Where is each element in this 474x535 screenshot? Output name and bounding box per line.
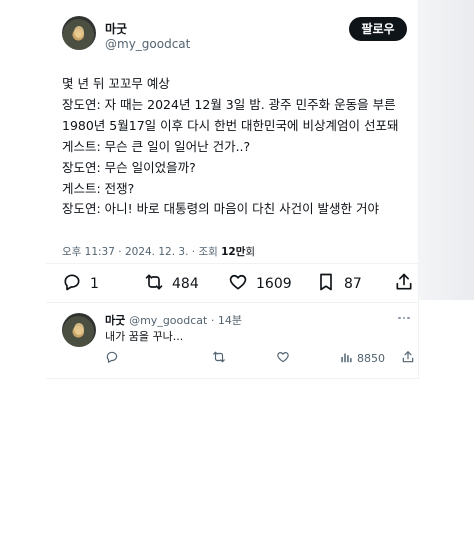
like-count: 1609 <box>256 276 292 292</box>
tweet-line: 몇 년 뒤 꼬꼬무 예상 <box>62 76 170 91</box>
background-shade <box>418 0 474 300</box>
heart-icon <box>276 350 290 367</box>
tweet-actions: 1 484 1609 87 <box>62 270 414 298</box>
divider <box>46 302 418 303</box>
reply-like-button[interactable] <box>276 349 290 367</box>
separator-dot: · <box>118 246 125 258</box>
separator-dot: · <box>207 314 218 327</box>
views-label: 조회 <box>198 246 218 258</box>
share-icon <box>394 272 414 296</box>
tweet-line: 1980년 5월17일 이후 다시 한번 대한민국에 비상계엄이 선포돼 <box>62 117 399 133</box>
divider <box>46 378 418 379</box>
reply-display-name[interactable]: 마굿 <box>105 314 125 327</box>
reply-age[interactable]: 14분 <box>218 314 242 327</box>
bookmark-button[interactable]: 87 <box>316 270 362 298</box>
tweet-line: 게스트: 전쟁? <box>62 180 135 196</box>
reply-avatar[interactable] <box>62 313 96 347</box>
retweet-icon <box>212 350 226 367</box>
share-button[interactable] <box>394 270 414 298</box>
reply-icon <box>105 350 119 367</box>
avatar[interactable] <box>62 16 96 50</box>
analytics-icon <box>339 350 353 367</box>
reply-reply-button[interactable] <box>105 349 119 367</box>
tweet-card: 마굿 @my_goodcat 팔로우 몇 년 뒤 꼬꼬무 예상 장도연: 자 때… <box>46 0 419 379</box>
retweet-icon <box>144 272 164 296</box>
tweet-meta: 오후 11:37 · 2024. 12. 3. · 조회 12만회 <box>62 244 255 259</box>
reply-icon <box>62 272 82 296</box>
tweet-line: 장도연: 무슨 일이었을까? <box>62 159 196 175</box>
retweet-button[interactable]: 484 <box>144 270 199 298</box>
views-unit: 회 <box>245 246 256 258</box>
follow-button[interactable]: 팔로우 <box>349 17 407 41</box>
tweet-time[interactable]: 오후 11:37 <box>62 246 115 258</box>
tweet-text: 몇 년 뒤 꼬꼬무 예상 장도연: 자 때는 2024년 12월 3일 밤. 광… <box>62 74 412 220</box>
author-handle[interactable]: @my_goodcat <box>105 37 190 51</box>
like-button[interactable]: 1609 <box>228 270 292 298</box>
author-display-name[interactable]: 마굿 <box>105 20 127 37</box>
tweet-date[interactable]: 2024. 12. 3. <box>125 246 188 258</box>
reply-views-count: 8850 <box>357 351 385 365</box>
share-icon <box>401 350 415 367</box>
reply-views-button[interactable]: 8850 <box>339 349 385 367</box>
flower-petal <box>74 26 84 38</box>
reply-share-button[interactable] <box>401 349 415 367</box>
flower-petal <box>74 323 84 335</box>
heart-icon <box>228 272 248 296</box>
views-count: 12만 <box>221 246 246 258</box>
tweet-line: 장도연: 아니! 바로 대통령의 마음이 다친 사건이 발생한 거야 <box>62 201 380 217</box>
retweet-count: 484 <box>172 276 199 292</box>
reply-button[interactable]: 1 <box>62 270 99 298</box>
divider <box>46 263 418 264</box>
tweet-line: 장도연: 자 때는 2024년 12월 3일 밤. 광주 민주화 운동을 부른 <box>62 96 396 112</box>
reply-count: 1 <box>90 276 99 292</box>
bookmark-icon <box>316 272 336 296</box>
reply-text: 내가 꿈을 꾸나... <box>105 330 184 343</box>
bookmark-count: 87 <box>344 276 362 292</box>
tweet-line: 게스트: 무슨 큰 일이 일어난 건가..? <box>62 138 251 154</box>
more-options-icon[interactable] <box>398 313 412 323</box>
reply-actions: 8850 <box>105 349 415 367</box>
reply-handle[interactable]: @my_goodcat <box>129 314 207 327</box>
reply-header: 마굿 @my_goodcat · 14분 <box>105 312 242 328</box>
reply-retweet-button[interactable] <box>212 349 226 367</box>
